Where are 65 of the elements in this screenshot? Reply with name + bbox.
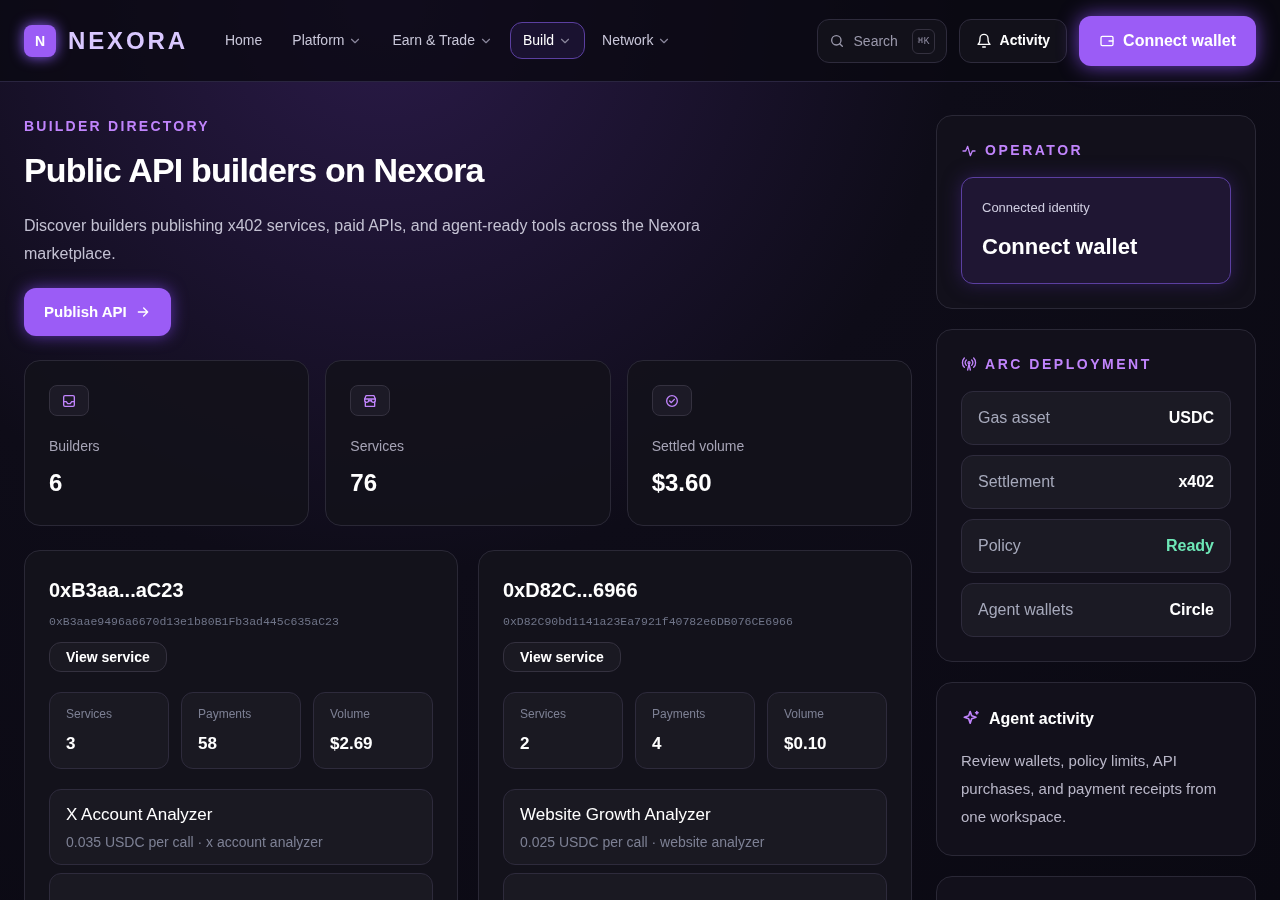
brand-logo[interactable]: NEXORA xyxy=(68,22,188,59)
activity-button[interactable]: Activity xyxy=(958,18,1068,63)
wallet-address: 0xD82C90bd1141a23Ea7921f40782e6DB076CE6966 xyxy=(503,614,794,630)
view-service-button[interactable]: View service xyxy=(49,642,167,672)
inbox-icon xyxy=(61,392,77,409)
page-title: Public API builders on Nexora xyxy=(24,150,486,191)
metric-value: 2 xyxy=(520,733,531,755)
stat-value: $3.60 xyxy=(651,468,713,498)
panel-description: Review wallets, policy limits, API purchases, and payment receipts from one workspace. xyxy=(961,750,1218,827)
service-name: X Account Analyzer xyxy=(66,804,214,826)
service-item[interactable]: X Account Analyzer 0.035 USDC per call · x account analyzer xyxy=(49,789,433,865)
panel-title: ARC DEPLOYMENT xyxy=(985,354,1152,374)
bell-icon xyxy=(975,32,992,49)
metric-value: $2.69 xyxy=(330,733,374,755)
builder-name: 0xB3aa...aC23 xyxy=(49,578,185,603)
search-icon xyxy=(828,32,845,49)
row-value: x402 xyxy=(1178,471,1214,492)
wallet-address: 0xB3aae9496a6670d13e1b80B1Fb3ad445c635aC23 xyxy=(49,614,340,630)
row-label: Settlement xyxy=(978,471,1055,492)
row-label: Policy xyxy=(978,535,1021,556)
row-label: Agent wallets xyxy=(978,599,1074,620)
metric-value: 3 xyxy=(66,733,77,755)
metric-label: Services xyxy=(520,706,567,723)
stat-value: 6 xyxy=(49,468,64,498)
nav-link[interactable]: Platform xyxy=(279,22,376,59)
nav-link[interactable]: Build xyxy=(509,22,586,59)
panel-title: Agent activity xyxy=(989,708,1094,729)
eyebrow-label: BUILDER DIRECTORY xyxy=(24,117,211,136)
logo-badge[interactable]: N xyxy=(24,24,56,57)
identity-card[interactable]: Connected identity Connect wallet xyxy=(961,177,1231,284)
service-name: Website Growth Analyzer xyxy=(520,804,712,826)
publish-api-button[interactable]: Publish API xyxy=(24,288,171,336)
view-service-button[interactable]: View service xyxy=(503,642,621,672)
row-value: Circle xyxy=(1169,599,1214,620)
stat-label: Services xyxy=(350,437,405,456)
nav-link[interactable]: Home xyxy=(211,22,276,59)
antenna-icon xyxy=(961,356,977,372)
metric-value: 4 xyxy=(652,733,663,755)
row-value: USDC xyxy=(1168,407,1214,428)
panel-title: OPERATOR xyxy=(985,141,1084,160)
identity-label: Connected identity xyxy=(982,199,1091,217)
metric-label: Payments xyxy=(198,706,253,723)
status-value: Ready xyxy=(1165,535,1214,556)
metric-label: Payments xyxy=(652,706,707,723)
identity-value: Connect wallet xyxy=(982,232,1139,261)
shortcut-key: ⌘K xyxy=(912,28,935,54)
row-label: Gas asset xyxy=(978,407,1051,428)
metric-label: Services xyxy=(66,706,113,723)
metric-value: 58 xyxy=(198,733,218,755)
stat-value: 76 xyxy=(350,468,379,498)
connect-wallet-button[interactable]: Connect wallet xyxy=(1079,15,1256,66)
service-item[interactable]: Website Growth Analyzer 0.025 USDC per call · website analyzer xyxy=(503,789,887,865)
metric-value: $0.10 xyxy=(784,733,828,755)
metric-label: Volume xyxy=(784,706,826,723)
check-badge-icon xyxy=(663,392,680,409)
nav-link[interactable]: Network xyxy=(589,22,685,59)
nav-link[interactable]: Earn & Trade xyxy=(379,22,506,59)
stat-label: Settled volume xyxy=(651,437,746,456)
page-description: Discover builders publishing x402 services, paid APIs, and agent-ready tools across the Nexora marketplace. xyxy=(24,216,701,264)
service-detail: 0.035 USDC per call · x account analyzer xyxy=(66,832,324,852)
builder-name: 0xD82C...6966 xyxy=(503,578,639,603)
store-icon xyxy=(362,392,379,409)
service-detail: 0.025 USDC per call · website analyzer xyxy=(520,832,766,852)
stat-label: Builders xyxy=(49,437,101,456)
metric-label: Volume xyxy=(330,706,372,723)
